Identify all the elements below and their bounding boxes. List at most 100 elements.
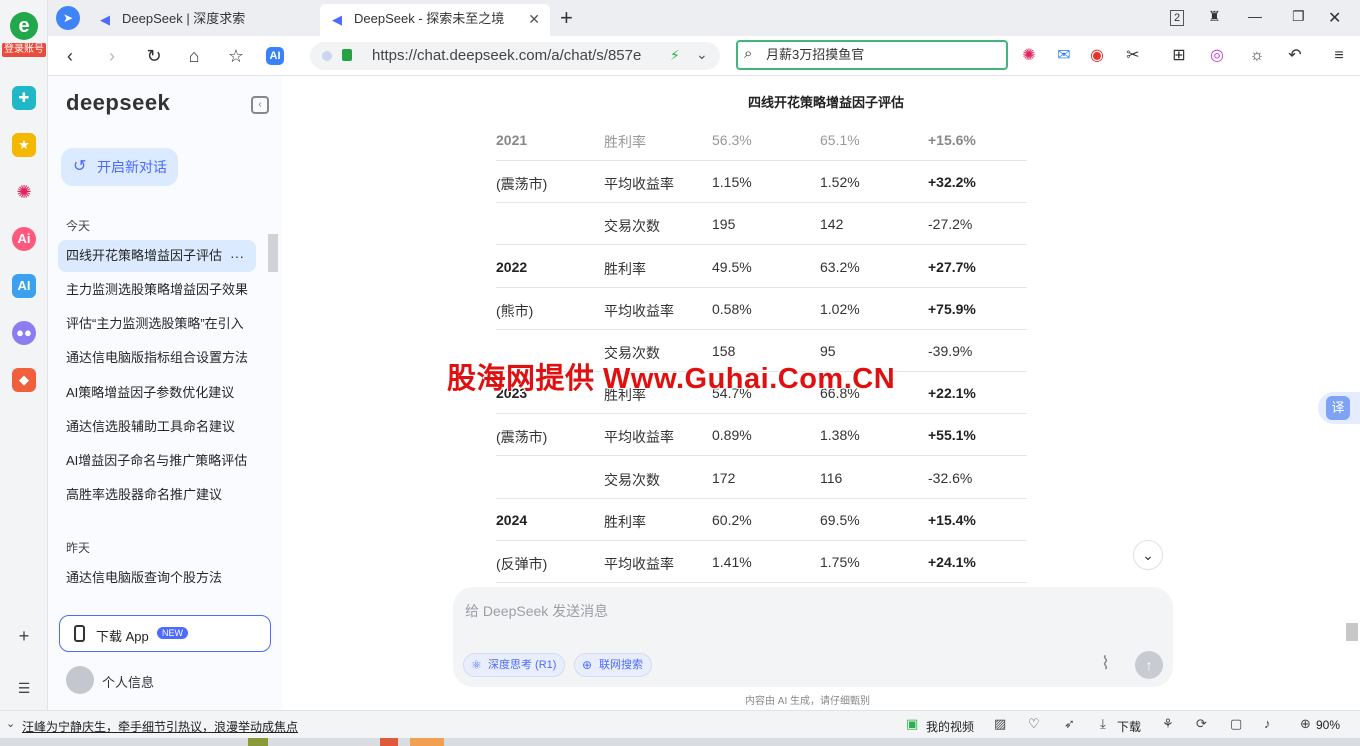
- chevron-down-icon[interactable]: ⌄: [696, 46, 708, 63]
- search-field[interactable]: ⌕: [736, 40, 1008, 70]
- site-info-icon[interactable]: [322, 51, 332, 61]
- more-options-icon[interactable]: ···: [230, 240, 244, 272]
- new-chat-label: 开启新对话: [97, 159, 167, 175]
- taskbar-item[interactable]: [248, 738, 268, 746]
- game-controller-icon[interactable]: ◆: [12, 368, 36, 392]
- table-cell: 56.3%: [712, 132, 752, 148]
- ai-badge-icon[interactable]: ◎: [1206, 45, 1228, 67]
- heart-icon[interactable]: ♡: [1028, 716, 1040, 732]
- table-cell: 交易次数: [604, 471, 660, 488]
- tab-deepseek-chat[interactable]: ◀ DeepSeek - 探索未至之境 ✕: [320, 4, 550, 36]
- taskbar-item[interactable]: [380, 738, 398, 746]
- undo-icon[interactable]: ↶: [1284, 45, 1306, 67]
- history-item[interactable]: 高胜率选股器命名推广建议: [58, 479, 256, 511]
- forward-icon[interactable]: ›: [100, 44, 124, 68]
- history-item[interactable]: 通达信选股辅助工具命名建议: [58, 411, 256, 443]
- volume-icon[interactable]: ♪: [1264, 716, 1271, 731]
- history-item[interactable]: 通达信电脑版指标组合设置方法: [58, 342, 256, 374]
- apps-grid-icon[interactable]: ⊞: [1168, 45, 1190, 67]
- molecule-app-icon[interactable]: ✺: [12, 180, 36, 204]
- table-row: (震荡市) 平均收益率 1.15% 1.52% +32.2%: [496, 161, 1027, 204]
- rocket-icon[interactable]: ➶: [1064, 716, 1075, 732]
- download-icon: ⤓: [1100, 716, 1106, 731]
- chat-bot-icon[interactable]: ●●: [12, 321, 36, 345]
- navigation-icon[interactable]: ➤: [56, 6, 80, 30]
- history-item[interactable]: 通达信电脑版查询个股方法: [58, 562, 256, 594]
- zoom-level[interactable]: 90%: [1316, 718, 1340, 732]
- shirt-skin-icon[interactable]: ♜: [1208, 8, 1221, 25]
- speed-mode-icon[interactable]: ⚡: [670, 47, 680, 64]
- scissors-icon[interactable]: ✂: [1122, 45, 1144, 67]
- tab-count-badge[interactable]: 2: [1170, 10, 1184, 26]
- ai-app-icon[interactable]: AI: [12, 274, 36, 298]
- table-cell: 60.2%: [712, 511, 752, 528]
- new-chat-button[interactable]: ↺ 开启新对话: [61, 148, 178, 186]
- table-cell: 2021: [496, 132, 528, 148]
- scroll-to-bottom-button[interactable]: ⌄: [1133, 540, 1163, 570]
- brightness-icon[interactable]: ☼: [1246, 45, 1268, 67]
- new-tab-button[interactable]: +: [560, 4, 573, 32]
- restore-window-icon[interactable]: ❐: [1292, 8, 1305, 25]
- extensions-icon[interactable]: ⚘: [1162, 716, 1174, 732]
- minimize-icon[interactable]: —: [1248, 8, 1262, 24]
- molecule-toolbar-icon[interactable]: ✺: [1018, 45, 1040, 67]
- history-item[interactable]: 评估“主力监测选股策略”在引入: [58, 308, 256, 340]
- message-input[interactable]: 给 DeepSeek 发送消息: [465, 601, 608, 621]
- back-icon[interactable]: ‹: [58, 44, 82, 68]
- my-video-link[interactable]: 我的视频: [926, 718, 974, 735]
- search-input[interactable]: [766, 46, 996, 61]
- translate-button[interactable]: 译: [1318, 392, 1360, 424]
- table-cell: 2022: [496, 258, 528, 275]
- send-button[interactable]: ↑: [1135, 651, 1163, 679]
- chevron-down-icon[interactable]: ⌄: [6, 717, 15, 730]
- window-icon[interactable]: ▢: [1230, 716, 1242, 732]
- table-cell: 胜利率: [604, 260, 646, 277]
- reload-icon[interactable]: ↻: [142, 44, 166, 68]
- taskbar-item[interactable]: [410, 738, 444, 746]
- web-search-toggle[interactable]: ⊕ 联网搜索: [574, 653, 652, 677]
- history-item[interactable]: 四线开花策略增益因子评估 ···: [58, 240, 256, 272]
- menu-list-icon[interactable]: ☰: [14, 678, 34, 698]
- add-app-icon[interactable]: +: [14, 626, 34, 646]
- url-text[interactable]: https://chat.deepseek.com/a/chat/s/857e: [372, 47, 641, 64]
- table-cell: +32.2%: [928, 174, 976, 191]
- history-item[interactable]: AI增益因子命名与推广策略评估: [58, 445, 256, 477]
- tab-deepseek-home[interactable]: ◀ DeepSeek | 深度求索: [88, 4, 318, 36]
- web-search-label: 联网搜索: [599, 659, 643, 671]
- browser-logo-icon[interactable]: e: [10, 12, 38, 40]
- download-link[interactable]: 下载: [1117, 718, 1141, 735]
- news-ticker[interactable]: 汪峰为宁静庆生，牵手细节引热议，浪漫举动成焦点: [22, 718, 298, 735]
- close-tab-icon[interactable]: ✕: [528, 4, 540, 34]
- deepseek-logo[interactable]: deepseek: [66, 90, 170, 116]
- history-item[interactable]: AI策略增益因子参数优化建议: [58, 377, 256, 409]
- sidebar-scrollbar[interactable]: [268, 234, 278, 272]
- download-app-button[interactable]: 下载 App NEW: [59, 615, 271, 652]
- download-app-label: 下载 App: [96, 629, 149, 644]
- ai-disclaimer: 内容由 AI 生成，请仔细甄别: [745, 696, 871, 707]
- home-icon[interactable]: ⌂: [182, 44, 206, 68]
- bookmark-star-icon[interactable]: ☆: [224, 44, 248, 68]
- plus-app-icon[interactable]: ✚: [12, 86, 36, 110]
- attach-file-icon[interactable]: ⌇: [1101, 653, 1110, 674]
- ai-assistant-icon[interactable]: Ai: [12, 227, 36, 251]
- collapse-sidebar-icon[interactable]: ‹: [251, 96, 269, 114]
- deep-think-toggle[interactable]: ⚛ 深度思考 (R1): [463, 653, 566, 677]
- table-cell: 142: [820, 216, 844, 233]
- table-cell: 平均收益率: [604, 176, 674, 193]
- image-icon[interactable]: ▨: [994, 716, 1006, 732]
- table-cell: -27.2%: [928, 216, 973, 233]
- mail-icon[interactable]: ✉: [1053, 45, 1075, 67]
- url-bar[interactable]: https://chat.deepseek.com/a/chat/s/857e …: [310, 42, 720, 70]
- sync-icon[interactable]: ⟳: [1196, 716, 1207, 732]
- ai-toolbar-icon[interactable]: AI: [266, 47, 284, 65]
- scrollbar-thumb[interactable]: [1346, 623, 1358, 641]
- favorites-star-icon[interactable]: ★: [12, 133, 36, 157]
- main-menu-icon[interactable]: ≡: [1328, 45, 1350, 67]
- table-cell: +24.1%: [928, 554, 976, 570]
- history-item[interactable]: 主力监测选股策略增益因子效果: [58, 274, 256, 306]
- status-bar: ⌄ 汪峰为宁静庆生，牵手细节引热议，浪漫举动成焦点 ▣ 我的视频 ▨ ♡ ➶ ⤓…: [0, 710, 1360, 738]
- login-account-button[interactable]: 登录账号: [2, 43, 46, 57]
- table-cell: -39.9%: [928, 343, 973, 359]
- weibo-icon[interactable]: ◉: [1086, 45, 1108, 67]
- close-window-icon[interactable]: ✕: [1328, 8, 1341, 28]
